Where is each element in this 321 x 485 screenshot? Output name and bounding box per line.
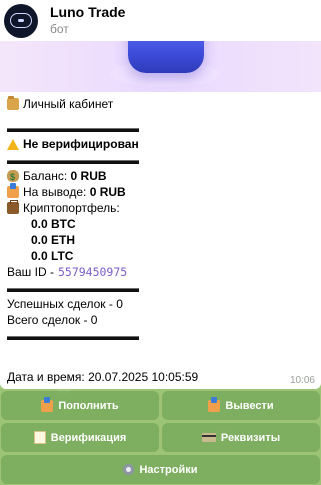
user-id-value[interactable]: 5579450975 [58, 264, 127, 280]
divider: ▬▬▬▬▬▬▬▬▬▬▬ [7, 121, 139, 135]
message-banner-image [0, 41, 321, 92]
withdraw-line: На выводе: 0 RUB [7, 183, 314, 200]
settings-label: Настройки [139, 463, 198, 476]
withdraw-value: 0 RUB [89, 185, 126, 199]
ltc-amount: 0.0 LTC [31, 249, 74, 263]
success-deals: Успешных сделок - 0 [7, 297, 123, 311]
user-id-label: Ваш ID - [7, 265, 54, 279]
balance-label: Баланс: [23, 169, 68, 183]
outbox-tray-icon [208, 396, 221, 412]
eth-amount: 0.0 ETH [31, 233, 76, 247]
money-bag-icon [7, 169, 19, 185]
message-text: Личный кабинет ▬▬▬▬▬▬▬▬▬▬▬ Не верифициро… [0, 92, 321, 344]
divider: ▬▬▬▬▬▬▬▬▬▬▬ [7, 153, 139, 167]
requisites-label: Реквизиты [220, 431, 281, 444]
luno-logo-icon [10, 13, 32, 28]
bot-avatar[interactable] [4, 3, 38, 38]
memo-icon [33, 431, 46, 444]
requisites-button[interactable]: Реквизиты [162, 423, 320, 452]
chat-subtitle: бот [50, 22, 69, 36]
divider: ▬▬▬▬▬▬▬▬▬▬▬ [7, 329, 139, 343]
folder-icon [7, 96, 19, 110]
cabinet-line: Личный кабинет [7, 96, 314, 112]
message-bubble: Личный кабинет ▬▬▬▬▬▬▬▬▬▬▬ Не верифициро… [0, 41, 321, 389]
portfolio-label: Криптопортфель: [23, 201, 120, 215]
settings-button[interactable]: Настройки [1, 455, 320, 484]
withdraw-button[interactable]: Вывести [162, 391, 320, 420]
btc-amount: 0.0 BTC [31, 217, 76, 231]
gear-icon [123, 464, 135, 475]
deposit-button[interactable]: Пополнить [1, 391, 159, 420]
chat-title: Luno Trade [50, 4, 126, 20]
withdraw-label: На выводе: [23, 185, 87, 199]
inbox-tray-icon [41, 396, 54, 412]
withdraw-button-label: Вывести [225, 399, 274, 412]
datetime-line: Дата и время: 20.07.2025 10:05:59 [7, 370, 199, 384]
warning-icon [7, 138, 19, 150]
balance-value: 0 RUB [70, 169, 107, 183]
user-id-line: Ваш ID - 5579450975 [7, 264, 314, 280]
balance-line: Баланс: 0 RUB [7, 168, 314, 185]
cabinet-label: Личный кабинет [23, 97, 114, 111]
verification-button[interactable]: Верификация [1, 423, 159, 452]
briefcase-icon [7, 200, 19, 214]
verification-status: Не верифицирован [23, 137, 139, 151]
message-time: 10:06 [289, 375, 315, 386]
verification-label: Верификация [50, 431, 127, 444]
total-deals: Всего сделок - 0 [7, 313, 98, 327]
credit-card-icon [201, 433, 216, 442]
chat-header[interactable]: Luno Trade бот [0, 0, 321, 41]
portfolio-line: Криптопортфель: [7, 200, 314, 216]
status-line: Не верифицирован [7, 136, 314, 152]
deposit-label: Пополнить [58, 399, 119, 412]
outbox-tray-icon [7, 183, 19, 198]
divider: ▬▬▬▬▬▬▬▬▬▬▬ [7, 281, 139, 295]
